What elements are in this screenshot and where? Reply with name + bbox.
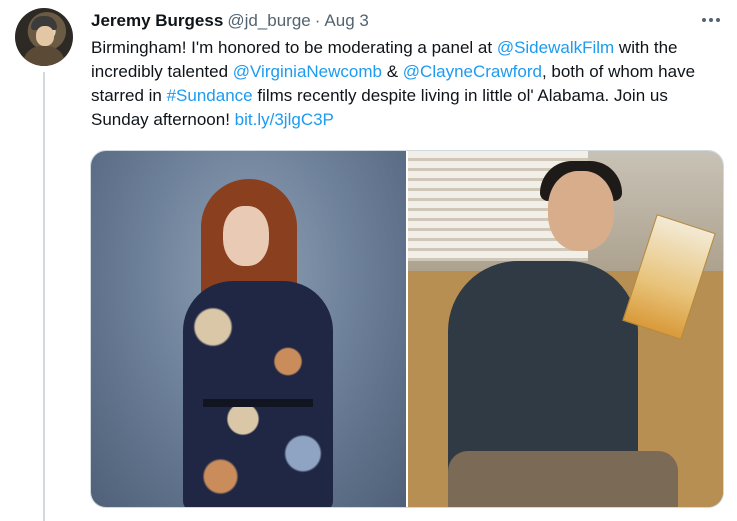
thread-connector-line	[43, 72, 45, 521]
avatar-shirt	[23, 46, 65, 66]
short-link[interactable]: bit.ly/3jlgC3P	[235, 110, 334, 129]
mention-claynecrawford[interactable]: @ClayneCrawford	[403, 62, 542, 81]
photo-floral-dress	[183, 281, 333, 507]
photo-face	[223, 206, 269, 266]
tweet-header: Jeremy Burgess @jd_burge · Aug 3	[91, 11, 369, 31]
author-name[interactable]: Jeremy Burgess	[91, 11, 223, 31]
tweet-text: Birmingham! I'm honored to be moderating…	[91, 36, 721, 132]
author-handle[interactable]: @jd_burge	[227, 11, 310, 31]
header-separator: ·	[314, 11, 321, 30]
photo-sash	[203, 399, 313, 407]
hashtag-sundance[interactable]: #Sundance	[167, 86, 253, 105]
tweet-text-segment: &	[382, 62, 403, 81]
photo-woman-portrait[interactable]	[91, 151, 406, 507]
mention-virginianewcomb[interactable]: @VirginiaNewcomb	[233, 62, 382, 81]
avatar[interactable]	[15, 8, 73, 66]
avatar-face	[36, 26, 54, 46]
photo-man-head	[548, 171, 614, 251]
more-options-icon[interactable]	[699, 10, 723, 30]
photo-man-pants	[448, 451, 678, 507]
tweet-text-segment: Birmingham! I'm honored to be moderating…	[91, 38, 497, 57]
mention-sidewalkfilm[interactable]: @SidewalkFilm	[497, 38, 614, 57]
tweet-date[interactable]: Aug 3	[324, 11, 368, 31]
photo-man-on-couch[interactable]	[408, 151, 723, 507]
tweet-media-grid	[90, 150, 724, 508]
